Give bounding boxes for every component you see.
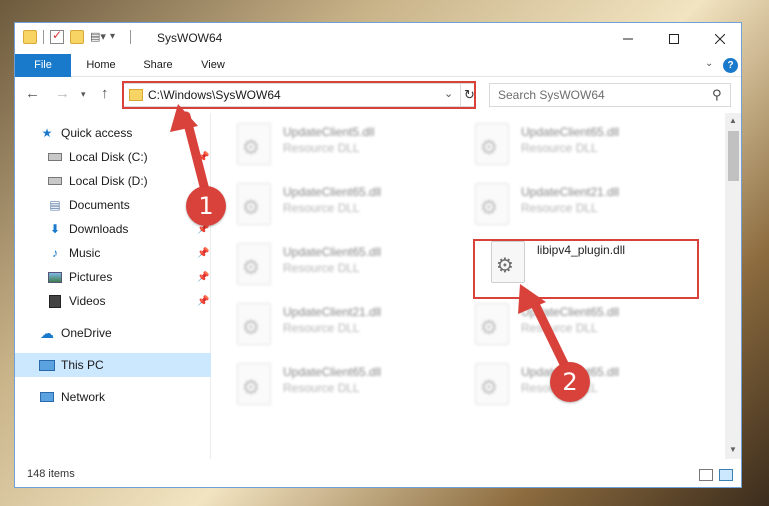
callout-arrowhead-1 — [170, 104, 198, 132]
callout-arrow-2 — [527, 293, 571, 373]
callout-arrows — [170, 104, 571, 373]
callout-badge-1: 1 — [186, 186, 226, 226]
callout-badge-2: 2 — [550, 362, 590, 402]
